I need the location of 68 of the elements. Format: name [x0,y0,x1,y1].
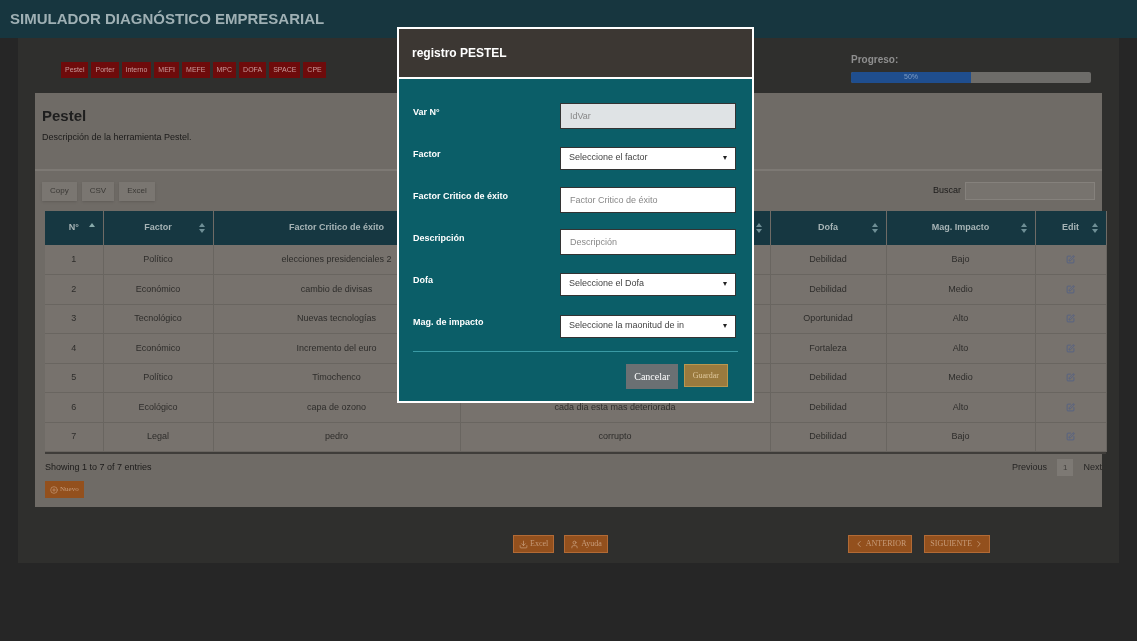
cancel-button[interactable]: Cancelar [626,364,678,389]
edit-icon[interactable] [1066,402,1075,412]
section-description: Descripción de la herramienta Pestel. [42,130,192,144]
table-cell: Debilidad [770,274,886,304]
section-title: Pestel [42,106,87,126]
table-cell: 5 [45,363,103,393]
table-cell: 1 [45,245,103,275]
table-cell: 7 [45,422,103,452]
select-field[interactable]: Seleccione el Dofa [560,272,736,296]
table-cell: Debilidad [770,363,886,393]
modal-title: registro PESTEL [412,45,507,62]
table-cell: pedro [213,422,460,452]
sort-icon [198,223,205,233]
sort-icon [871,223,878,233]
input-field[interactable]: Descripción [560,229,736,255]
table-cell: Político [103,363,213,393]
table-cell: 2 [45,274,103,304]
table-cell: Económico [103,274,213,304]
table-cell: Debilidad [770,392,886,422]
table-cell: Bajo [886,422,1035,452]
table-cell: 6 [45,392,103,422]
table-cell: Tecnológico [103,304,213,334]
plus-icon [50,485,58,494]
table-cell: Oportunidad [770,304,886,334]
search-label: Buscar [933,184,961,198]
user-icon [570,539,580,549]
table-cell: Económico [103,333,213,363]
sort-icon [755,223,762,233]
dropdown-caret-icon [723,156,727,160]
field-label: Factor [413,148,441,162]
edit-icon[interactable] [1066,314,1075,324]
field-label: Factor Critico de éxito [413,190,509,204]
download-icon [519,539,528,549]
select-field[interactable]: Seleccione el factor [560,146,736,170]
table-cell: corrupto [460,422,770,452]
table-info: Showing 1 to 7 of 7 entries [45,460,152,474]
table-cell: Medio [886,274,1035,304]
table-cell: 4 [45,333,103,363]
field-label: Var N° [413,106,440,120]
app-title: SIMULADOR DIAGNÓSTICO EMPRESARIAL [10,8,325,29]
table-cell: Político [103,245,213,275]
table-cell: Debilidad [770,245,886,275]
edit-icon[interactable] [1066,255,1075,264]
dropdown-caret-icon [723,282,727,286]
previous-link[interactable]: Previous [1008,460,1052,475]
table-cell: 3 [45,304,103,334]
table-cell: Fortaleza [770,333,886,363]
dropdown-caret-icon [723,324,727,328]
table-cell: Legal [103,422,213,452]
table-cell: Alto [886,333,1035,363]
next-link[interactable]: Next [1079,460,1106,475]
table-cell: Debilidad [770,422,886,452]
table-cell: Ecológico [103,392,213,422]
table-cell: Medio [886,363,1035,393]
edit-icon[interactable] [1066,343,1075,353]
sort-icon [1091,223,1098,233]
table-cell: Alto [886,392,1035,422]
input-field[interactable]: Factor Critico de éxito [560,187,736,213]
edit-icon[interactable] [1066,284,1075,294]
table-cell: Alto [886,304,1035,334]
edit-icon[interactable] [1066,373,1075,383]
table-cell: Bajo [886,245,1035,275]
export-button[interactable]: CSV [81,181,115,201]
progress-label: Progreso: [851,53,900,67]
select-field[interactable]: Seleccione la maonitud de in [560,314,736,338]
edit-icon[interactable] [1066,432,1075,442]
sort-icon [1020,223,1027,233]
field-label: Dofa [413,274,433,288]
